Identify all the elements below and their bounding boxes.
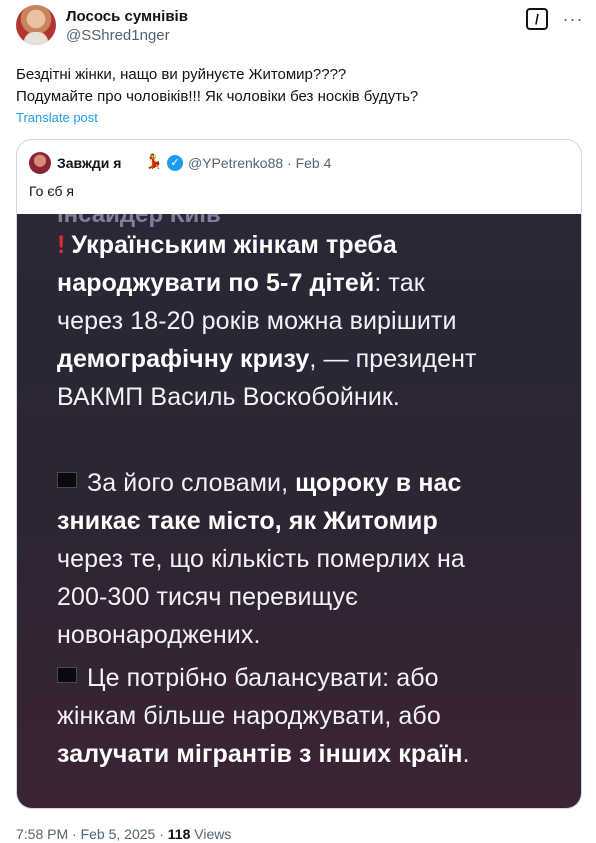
post-metadata: 7:58 PM · Feb 5, 2025 · 118 Views <box>16 826 231 843</box>
media-text: 200-300 тисяч перевищує <box>57 583 359 611</box>
media-text: зникає таке місто, як Житомир <box>57 507 438 535</box>
translate-post-link[interactable]: Translate post <box>16 110 98 126</box>
quoted-text: Го єб я <box>29 183 74 199</box>
media-text: . <box>462 740 470 768</box>
views-count: 118 <box>167 826 191 842</box>
dancer-emoji: 💃 <box>145 153 163 169</box>
media-paragraph-2: За його словами, щороку в нас зникає так… <box>57 464 577 654</box>
tweet-text-line: Подумайте про чоловіків!!! Як чоловіки б… <box>16 88 419 105</box>
quoted-date[interactable]: · Feb 4 <box>287 155 331 171</box>
media-text: Це потрібно балансувати: або <box>87 664 439 692</box>
media-paragraph-1: ! Українським жінкам треба народжувати по… <box>57 226 577 416</box>
black-square-icon <box>57 667 77 683</box>
post-date[interactable]: Feb 5, 2025 <box>81 826 156 842</box>
quoted-handle: @YPetrenko88 · Feb 4 <box>188 154 331 172</box>
quoted-display-name[interactable]: Завжди я <box>57 154 121 172</box>
media-text: через те, що кількість померлих на <box>57 545 465 573</box>
media-text: За його словами, <box>87 469 296 497</box>
separator: · <box>159 826 164 842</box>
grok-icon[interactable]: / <box>526 8 548 30</box>
verified-badge-icon: ✓ <box>167 155 183 171</box>
media-text: залучати мігрантів з інших країн <box>57 740 463 768</box>
quoted-avatar[interactable] <box>29 152 51 174</box>
quoted-media-image[interactable]: Інсайдер Київ ! Українським жінкам треба … <box>17 214 581 808</box>
views-label: Views <box>194 826 232 842</box>
post-time[interactable]: 7:58 PM <box>16 826 68 842</box>
quoted-handle-text[interactable]: @YPetrenko88 <box>188 155 283 171</box>
media-text: народжувати по 5-7 дітей <box>57 269 375 297</box>
media-text: через 18-20 років можна вирішити <box>57 307 457 335</box>
quoted-post[interactable]: Завжди я 💃 ✓ @YPetrenko88 · Feb 4 Го єб … <box>16 139 582 809</box>
user-handle[interactable]: @SShred1nger <box>66 27 170 45</box>
tweet-text: Бездітні жінки, нащо ви руйнуєте Житомир… <box>16 64 576 108</box>
display-name[interactable]: Лосось сумнівів <box>66 8 188 26</box>
media-text: ВАКМП Василь Воскобойник. <box>57 383 400 411</box>
media-text: демографічну кризу <box>57 345 310 373</box>
exclamation-icon: ! <box>57 231 66 259</box>
separator: · <box>72 826 77 842</box>
tweet-text-line: Бездітні жінки, нащо ви руйнуєте Житомир… <box>16 66 347 83</box>
media-text: : так <box>374 269 425 297</box>
media-text: жінкам більше народжувати, або <box>57 702 441 730</box>
black-square-icon <box>57 472 77 488</box>
media-text: , — президент <box>309 345 477 373</box>
media-text: Українським жінкам треба <box>71 231 397 259</box>
avatar[interactable] <box>16 5 56 45</box>
more-icon[interactable]: ··· <box>562 8 584 30</box>
media-text: новонароджених. <box>57 621 261 649</box>
media-text: щороку в нас <box>295 469 462 497</box>
media-paragraph-3: Це потрібно балансувати: або жінкам біль… <box>57 659 577 773</box>
